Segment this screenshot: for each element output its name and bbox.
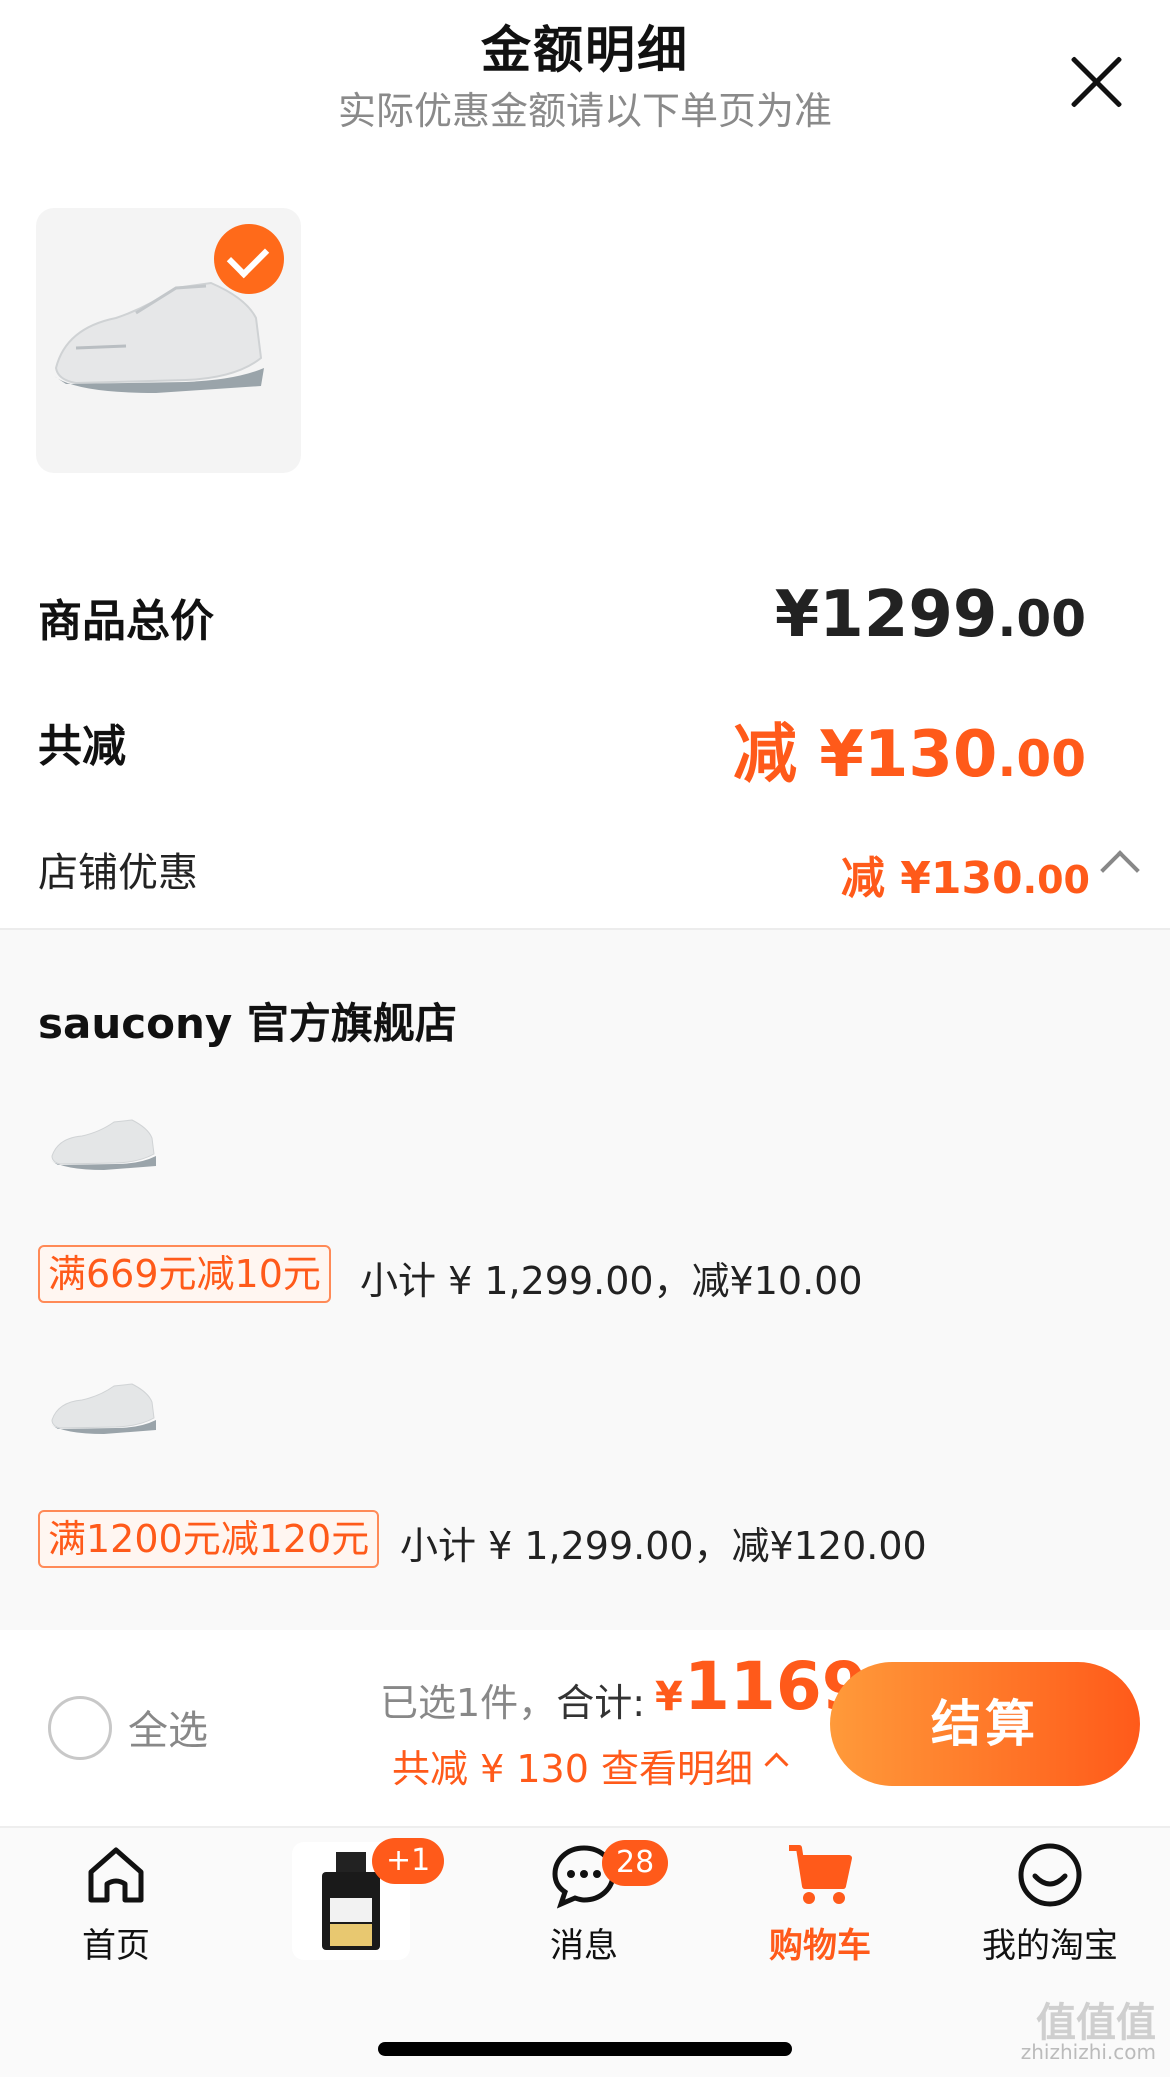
tab-label: 首页 <box>82 1926 150 1966</box>
promo-tag: 满1200元减120元 <box>38 1510 380 1568</box>
cart-icon <box>789 1845 852 1904</box>
store-discount-label: 店铺优惠 <box>38 850 198 896</box>
watermark-url: zhizhizhi.com <box>1020 2040 1156 2064</box>
tab-my-taobao[interactable]: 我的淘宝 <box>950 1840 1150 1967</box>
select-all-label[interactable]: 全选 <box>128 1698 208 1756</box>
tab-cart[interactable]: 购物车 <box>720 1840 920 1967</box>
product-mini-image <box>50 1383 156 1434</box>
badge: +1 <box>372 1838 445 1884</box>
promo-tag: 满669元减10元 <box>38 1245 331 1303</box>
select-all-radio[interactable] <box>48 1696 112 1760</box>
smile-icon <box>1018 1843 1082 1907</box>
selected-count: 已选1件，合计: <box>380 1681 645 1725</box>
tab-label: 我的淘宝 <box>982 1926 1118 1966</box>
product-mini-image <box>50 1119 156 1170</box>
view-details-link[interactable]: 共减 ¥ 130 查看明细 <box>392 1738 753 1793</box>
home-icon <box>88 1847 144 1903</box>
tab-home[interactable]: 首页 <box>16 1840 216 1967</box>
page-subtitle: 实际优惠金额请以下单页为准 <box>337 89 832 133</box>
store-name: saucony 官方旗舰店 <box>38 999 457 1048</box>
store-discount-value[interactable]: 减 ¥130.00 <box>841 842 1090 906</box>
total-price-value: ¥1299.00 <box>774 578 1086 652</box>
total-price-label: 商品总价 <box>38 596 214 647</box>
tab-label: 消息 <box>550 1926 618 1966</box>
discount-label: 共减 <box>38 721 126 772</box>
chevron-up-icon[interactable] <box>1100 850 1140 890</box>
close-icon[interactable] <box>1066 52 1126 112</box>
discount-value: 减 ¥130.00 <box>733 718 1086 792</box>
promo-subtotal: 小计 ¥ 1,299.00，减¥10.00 <box>360 1259 863 1303</box>
promo-subtotal: 小计 ¥ 1,299.00，减¥120.00 <box>400 1524 927 1568</box>
page-title: 金额明细 <box>481 21 689 79</box>
tab-label: 购物车 <box>769 1926 871 1966</box>
checkout-button[interactable]: 结算 <box>830 1662 1140 1786</box>
selected-check-icon[interactable] <box>214 224 284 294</box>
badge: 28 <box>602 1840 669 1886</box>
total-currency: ¥ <box>655 1674 683 1720</box>
home-indicator[interactable] <box>378 2042 792 2056</box>
